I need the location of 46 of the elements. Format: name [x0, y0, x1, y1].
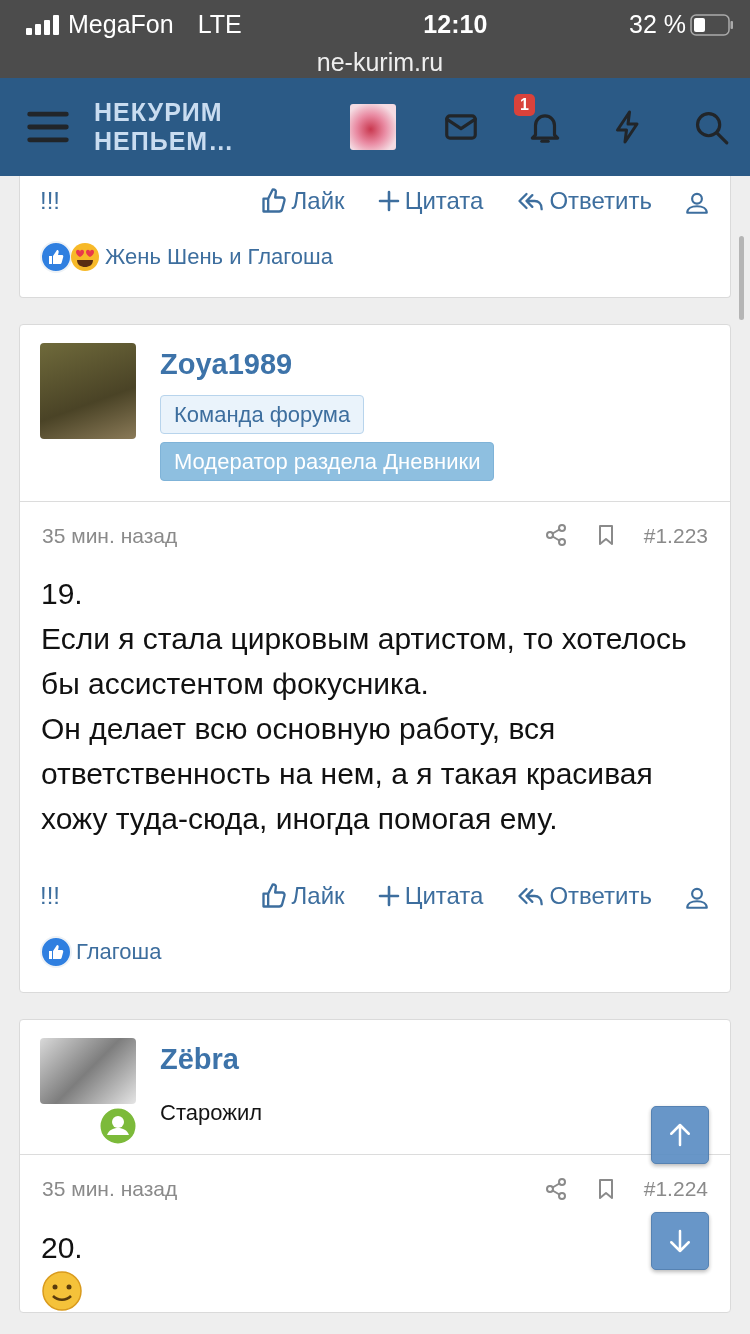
battery-icon — [690, 13, 734, 36]
reply-button[interactable]: Ответить — [515, 183, 652, 219]
post-text: 20. — [41, 1229, 83, 1266]
post-number-link[interactable]: #1.223 — [643, 519, 708, 551]
battery-percent: 32 % — [629, 9, 686, 40]
like-button[interactable]: Лайк — [259, 878, 345, 914]
like-button[interactable]: Лайк — [259, 183, 345, 219]
post-text: Если я стала цирковым артистом, то хотелось бы ассистентом фокусника. — [41, 621, 688, 702]
like-reaction-icon — [40, 935, 72, 968]
network-type: LTE — [197, 9, 242, 40]
plus-icon — [376, 189, 401, 213]
user-title: Старожил — [160, 1098, 263, 1127]
thumbs-up-icon — [259, 882, 288, 910]
scroll-up-button[interactable] — [651, 1106, 709, 1164]
report-link[interactable]: !!! — [40, 878, 60, 914]
user-avatar-button[interactable] — [350, 104, 396, 150]
like-reaction-icon — [40, 240, 72, 273]
share-icon[interactable] — [543, 523, 568, 548]
quote-button[interactable]: Цитата — [376, 183, 484, 219]
avatar-photo-placeholder[interactable] — [40, 343, 136, 439]
heart-eyes-emoji-icon — [69, 240, 101, 273]
quote-button[interactable]: Цитата — [376, 878, 484, 914]
reactions-link[interactable]: Глагоша — [76, 935, 162, 968]
user-banner: Модератор раздела Дневники — [160, 441, 495, 481]
signal-icon — [26, 14, 60, 35]
carrier-name: MegaFon — [68, 9, 174, 40]
post-time-link[interactable]: 35 мин. назад — [42, 519, 178, 551]
reply-button[interactable]: Ответить — [515, 878, 652, 914]
post-text: Он делает всю основную работу, вся ответственность на нем, а я такая красивая хожу туда-сюда, иногда помогая ему. — [41, 711, 654, 837]
clock: 12:10 — [423, 9, 488, 40]
notification-count: 1 — [514, 94, 535, 116]
page-url: ne-kurim.ru — [316, 47, 444, 76]
share-icon[interactable] — [543, 1176, 568, 1201]
plus-icon — [376, 884, 401, 908]
report-link[interactable]: !!! — [40, 183, 60, 219]
scroll-down-button[interactable] — [651, 1212, 709, 1270]
thumbs-up-icon — [259, 187, 288, 215]
reactions-link[interactable]: Жень Шень и Глагоша — [105, 240, 333, 273]
avatar-photo-placeholder[interactable] — [40, 1038, 136, 1104]
post-time-link[interactable]: 35 мин. назад — [42, 1173, 178, 1205]
username-link[interactable]: Zëbra — [160, 1038, 239, 1082]
site-logo[interactable]: НЕКУРИМ НЕПЬЕМ… — [94, 98, 235, 156]
post-text: 19. — [41, 576, 83, 612]
username-link[interactable]: Zoya1989 — [160, 343, 293, 387]
post-number-link[interactable]: #1.224 — [643, 1173, 708, 1205]
user-banner: Команда форума — [160, 394, 365, 434]
